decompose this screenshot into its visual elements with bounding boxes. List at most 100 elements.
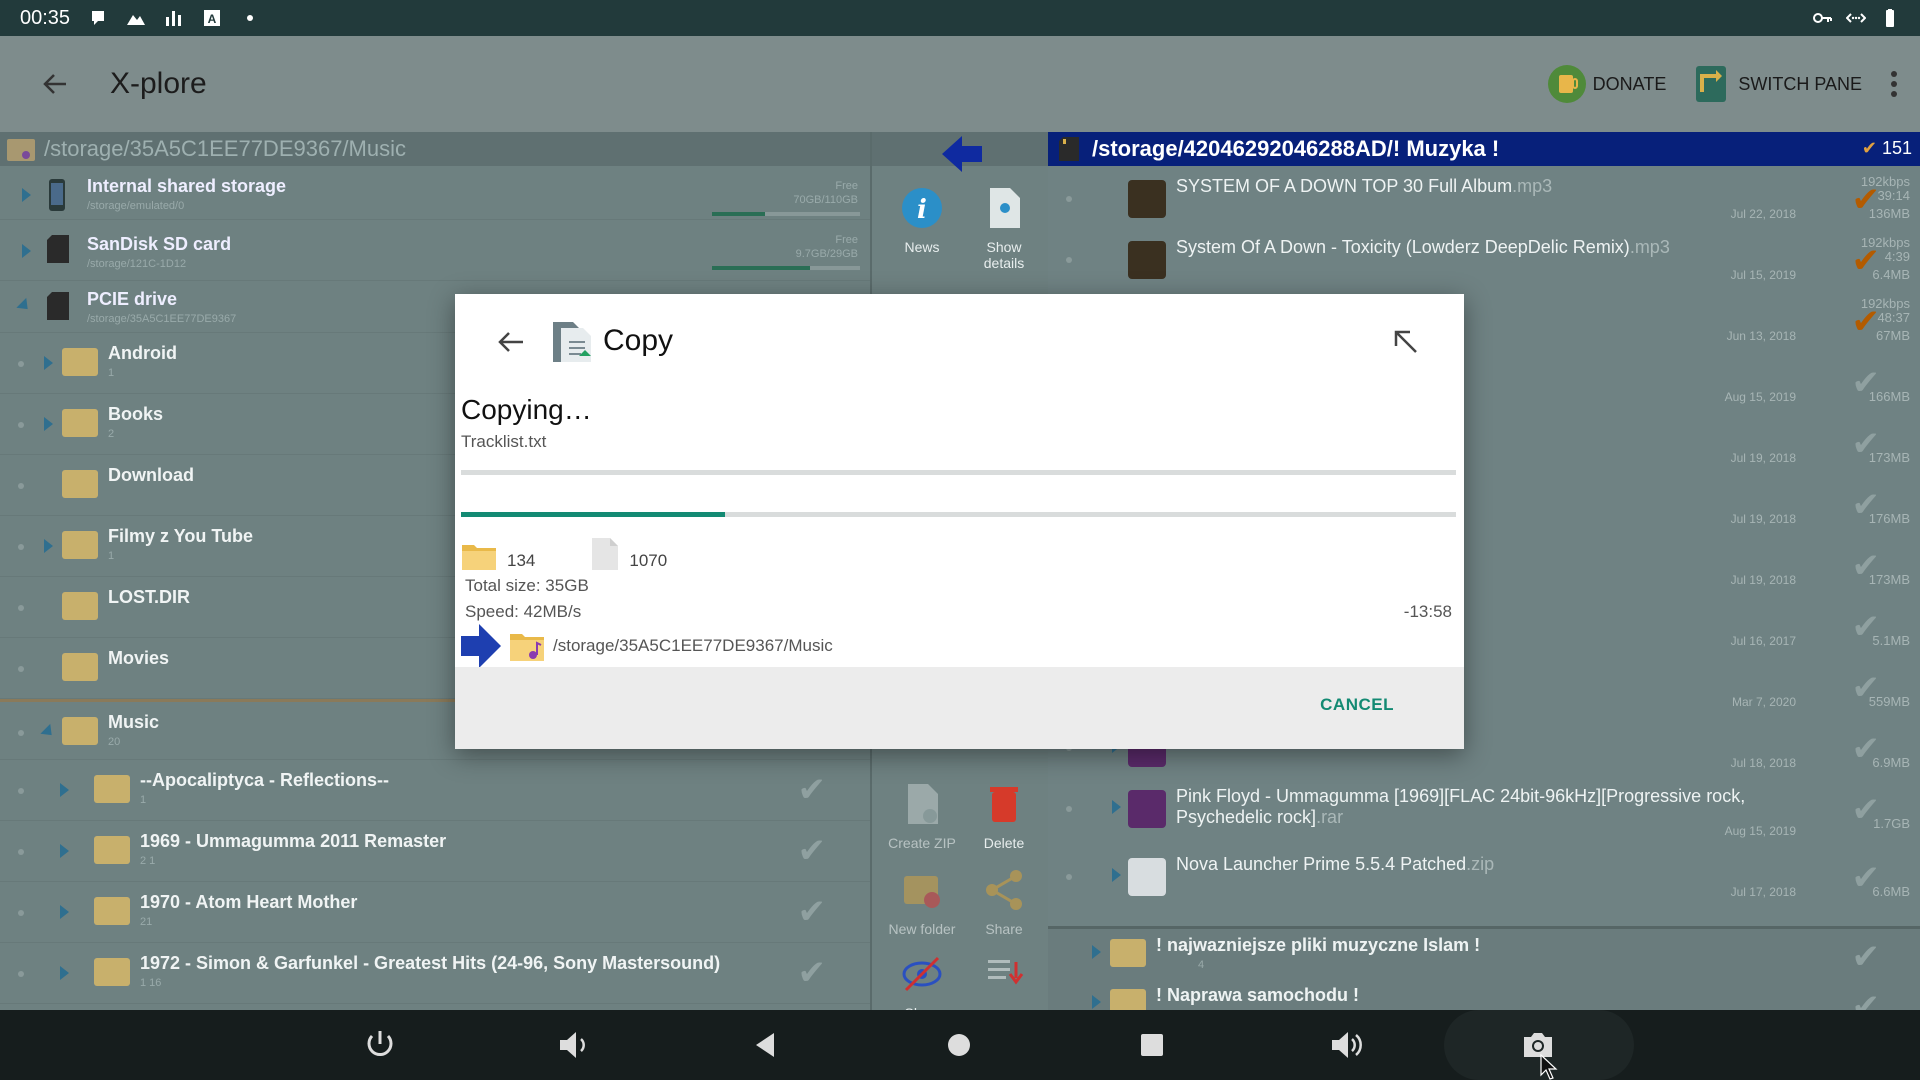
expand-arrow-icon[interactable]: [22, 244, 31, 258]
folder-row[interactable]: 1969 - Ummagumma 2011 Remaster 2 1 ✔: [0, 821, 870, 882]
volume-down-icon[interactable]: [556, 1027, 592, 1063]
folder-icon: [94, 897, 130, 925]
back-nav-icon[interactable]: [748, 1027, 784, 1063]
svg-text:i: i: [917, 195, 927, 225]
expand-arrow-icon[interactable]: [60, 844, 69, 858]
donate-button[interactable]: DONATE: [1547, 64, 1666, 104]
show-details-button[interactable]: Show details: [960, 186, 1048, 271]
eye-hidden-icon: [902, 956, 942, 992]
file-row[interactable]: System Of A Down - Toxicity (Lowderz Dee…: [1048, 227, 1920, 288]
folder-contents: 21: [140, 916, 153, 928]
check-icon[interactable]: ✔: [798, 770, 827, 810]
row-dot: [18, 788, 24, 794]
recents-nav-icon[interactable]: [1134, 1027, 1170, 1063]
new-folder-button[interactable]: New folder: [878, 868, 966, 937]
check-icon[interactable]: ✔: [1852, 424, 1881, 464]
row-dot: [18, 483, 24, 489]
overall-progress-bar: [461, 470, 1456, 475]
share-button[interactable]: Share: [960, 868, 1048, 937]
check-icon[interactable]: ✔: [1852, 546, 1881, 586]
expand-arrow-icon[interactable]: [22, 188, 31, 202]
sort-button[interactable]: [960, 952, 1048, 1005]
storage-internal[interactable]: Internal shared storage /storage/emulate…: [0, 170, 870, 220]
create-zip-label: Create ZIP: [888, 835, 956, 851]
dot-icon: [247, 15, 254, 21]
left-path-bar[interactable]: /storage/35A5C1EE77DE9367/Music: [0, 132, 870, 166]
battery-icon: [1886, 9, 1894, 27]
left-path: /storage/35A5C1EE77DE9367/Music: [44, 136, 406, 161]
overflow-menu-icon[interactable]: [1888, 69, 1900, 99]
music-folder-icon: [62, 717, 98, 745]
expand-arrow-icon[interactable]: [1092, 945, 1101, 959]
storage-sdcard[interactable]: SanDisk SD card /storage/121C-1D12 Free …: [0, 220, 870, 281]
check-icon[interactable]: ✔: [1852, 668, 1881, 708]
expand-arrow-icon[interactable]: [60, 783, 69, 797]
folder-row[interactable]: 1972 - Simon & Garfunkel - Greatest Hits…: [0, 943, 870, 1004]
check-icon[interactable]: ✔: [1852, 790, 1881, 830]
file-row[interactable]: Nova Launcher Prime 5.5.4 Patched.zip 6.6…: [1048, 844, 1920, 905]
folder-name: ! Naprawa samochodu !: [1156, 985, 1360, 1005]
create-zip-button[interactable]: Create ZIP: [878, 782, 966, 851]
home-nav-icon[interactable]: [941, 1027, 977, 1063]
file-date: Jul 15, 2019: [1730, 268, 1796, 282]
music-file-icon: [1128, 180, 1166, 218]
arrow-left-blue-icon[interactable]: [940, 134, 984, 174]
check-icon[interactable]: ✔: [1852, 302, 1881, 342]
copy-dialog: Copy Copying… Tracklist.txt 134 1070 Tot…: [455, 294, 1464, 749]
check-icon[interactable]: ✔: [1852, 607, 1881, 647]
key-icon: [1813, 13, 1832, 23]
check-icon[interactable]: ✔: [1852, 858, 1881, 898]
expand-arrow-icon[interactable]: [44, 356, 53, 370]
expand-arrow-icon[interactable]: [1112, 868, 1121, 882]
check-icon[interactable]: ✔: [1852, 241, 1881, 281]
minimize-arrow-icon[interactable]: [1388, 324, 1424, 360]
check-icon[interactable]: ✔: [798, 953, 827, 993]
file-name: System Of A Down - Toxicity (Lowderz Dee…: [1176, 237, 1670, 257]
sd-card-icon: [1059, 137, 1079, 161]
row-dot: [1066, 196, 1072, 202]
delete-button[interactable]: Delete: [960, 782, 1048, 851]
check-icon[interactable]: ✔: [1852, 180, 1881, 220]
folder-row[interactable]: 1970 - Atom Heart Mother 21 ✔: [0, 882, 870, 943]
share-icon: [986, 870, 1022, 910]
folders-count: 134: [507, 551, 536, 570]
folder-row[interactable]: ! najwazniejsze pliki muzyczne Islam ! 4 ✔: [1048, 929, 1920, 979]
folder-name: 1969 - Ummagumma 2011 Remaster: [140, 831, 447, 851]
expand-arrow-icon[interactable]: [40, 723, 57, 741]
beer-icon: [1547, 65, 1586, 103]
check-icon[interactable]: ✔: [1852, 363, 1881, 403]
dialog-footer: CANCEL: [455, 667, 1464, 749]
news-button[interactable]: i News: [878, 186, 966, 255]
free-label: Free: [835, 234, 858, 246]
folder-icon: [462, 545, 496, 570]
expand-arrow-icon[interactable]: [1112, 800, 1121, 814]
cancel-button[interactable]: CANCEL: [1320, 695, 1394, 715]
expand-arrow-icon[interactable]: [44, 539, 53, 553]
expand-arrow-icon[interactable]: [60, 905, 69, 919]
time-remaining: -13:58: [1403, 602, 1452, 621]
notification-icon: [92, 11, 105, 25]
file-row[interactable]: Pink Floyd - Ummagumma [1969][FLAC 24bit…: [1048, 776, 1920, 844]
dialog-title: Copy: [603, 324, 674, 357]
check-icon[interactable]: ✔: [1852, 937, 1881, 977]
back-button[interactable]: [0, 36, 110, 132]
expanded-arrow-icon[interactable]: [16, 297, 33, 315]
dialog-back-icon[interactable]: [493, 324, 529, 360]
power-icon[interactable]: [362, 1027, 398, 1063]
folder-row[interactable]: --Apocaliptyca - Reflections-- 1 ✔: [0, 760, 870, 821]
check-icon[interactable]: ✔: [1852, 729, 1881, 769]
file-row[interactable]: SYSTEM OF A DOWN TOP 30 Full Album.mp3 19…: [1048, 166, 1920, 227]
folder-icon: [62, 409, 98, 437]
expand-arrow-icon[interactable]: [1092, 995, 1101, 1009]
check-icon[interactable]: ✔: [1852, 485, 1881, 525]
volume-up-icon[interactable]: [1328, 1027, 1364, 1063]
row-dot: [18, 361, 24, 367]
switch-pane-button[interactable]: SWITCH PANE: [1692, 64, 1862, 104]
check-icon[interactable]: ✔: [798, 831, 827, 871]
folder-contents: 20: [108, 736, 121, 748]
status-bar: 00:35 A: [0, 0, 1920, 36]
expand-arrow-icon[interactable]: [44, 417, 53, 431]
right-path-bar[interactable]: /storage/42046292046288AD/! Muzyka ! ✔ 1…: [1048, 132, 1920, 166]
expand-arrow-icon[interactable]: [60, 966, 69, 980]
check-icon[interactable]: ✔: [798, 892, 827, 932]
